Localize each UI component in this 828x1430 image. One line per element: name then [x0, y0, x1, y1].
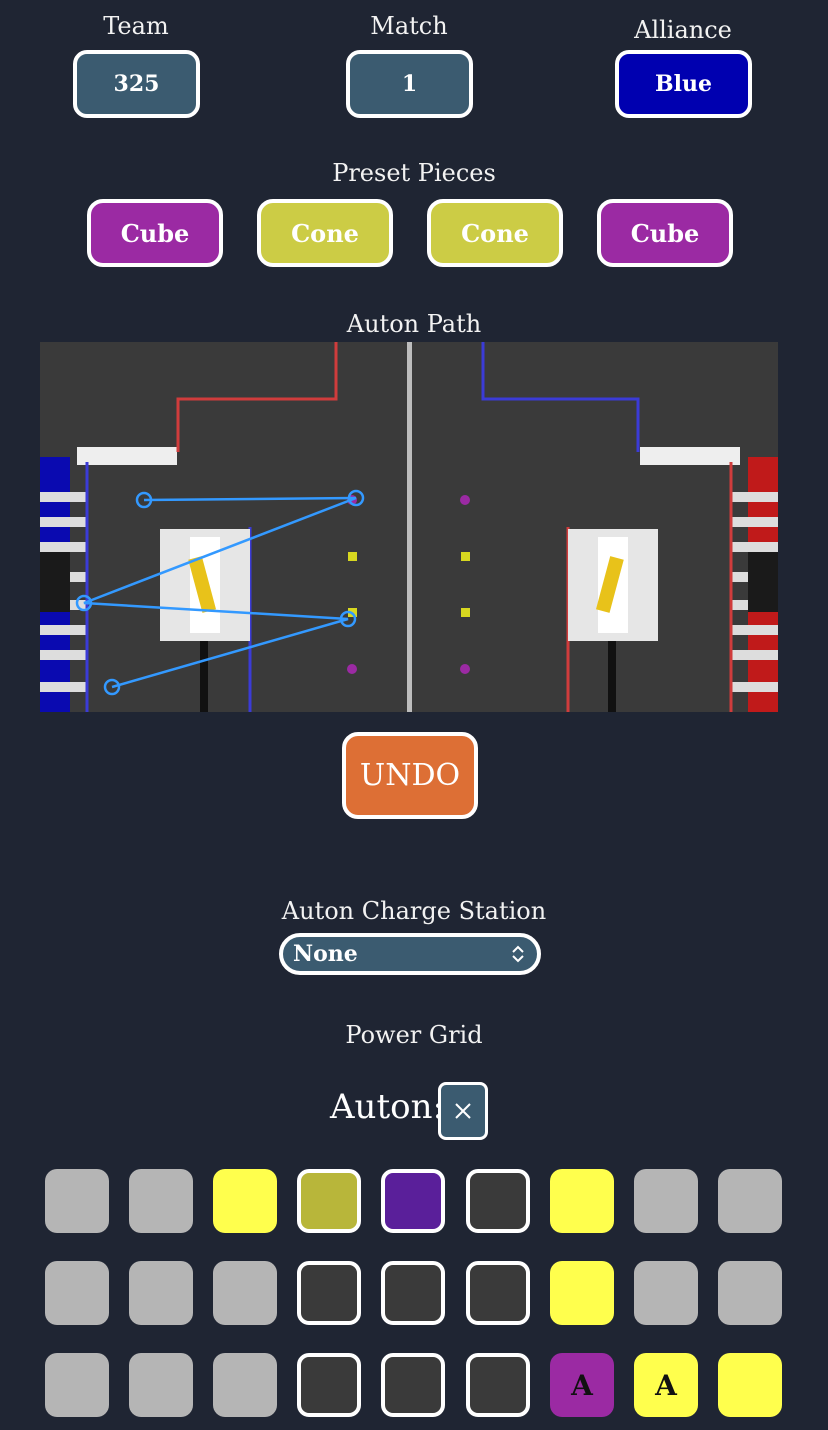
grid-cell-r1-c9[interactable] — [718, 1169, 782, 1233]
preset-piece-1[interactable]: Cube — [87, 199, 223, 267]
grid-cell-r1-c8[interactable] — [634, 1169, 698, 1233]
grid-cell-r2-c3[interactable] — [213, 1261, 277, 1325]
match-label: Match — [370, 12, 448, 40]
close-icon — [455, 1103, 471, 1119]
preset-piece-3[interactable]: Cone — [427, 199, 563, 267]
grid-cell-r2-c1[interactable] — [45, 1261, 109, 1325]
field-cone — [461, 552, 470, 561]
charge-station-value: None — [293, 941, 358, 967]
alliance-label: Alliance — [634, 16, 732, 44]
field-cube — [460, 664, 470, 674]
red-grid-dark — [748, 552, 778, 612]
preset-pieces-label: Preset Pieces — [332, 159, 496, 187]
field-cone — [348, 552, 357, 561]
grid-cell-r1-c6[interactable] — [466, 1169, 530, 1233]
team-field[interactable]: 325 — [73, 50, 200, 118]
field-cone — [461, 608, 470, 617]
grid-cell-r1-c3[interactable] — [213, 1169, 277, 1233]
grid-cell-r2-c9[interactable] — [718, 1261, 782, 1325]
grid-cell-r3-c6[interactable] — [466, 1353, 530, 1417]
grid-cell-r2-c8[interactable] — [634, 1261, 698, 1325]
grid-cell-r2-c7[interactable] — [550, 1261, 614, 1325]
center-line — [407, 342, 412, 712]
grid-cell-r3-c3[interactable] — [213, 1353, 277, 1417]
alliance-toggle[interactable]: Blue — [615, 50, 752, 118]
preset-piece-2[interactable]: Cone — [257, 199, 393, 267]
red-barrier — [640, 447, 740, 465]
field-cube — [347, 664, 357, 674]
grid-cell-r2-c4[interactable] — [297, 1261, 361, 1325]
undo-button[interactable]: UNDO — [342, 732, 478, 819]
blue-barrier — [77, 447, 177, 465]
power-grid-label: Power Grid — [345, 1021, 483, 1049]
auton-toggle[interactable] — [438, 1082, 488, 1140]
preset-piece-4[interactable]: Cube — [597, 199, 733, 267]
grid-cell-r1-c4[interactable] — [297, 1169, 361, 1233]
grid-cell-r3-c8[interactable]: A — [634, 1353, 698, 1417]
select-chevron-icon — [512, 945, 524, 963]
grid-cell-r2-c5[interactable] — [381, 1261, 445, 1325]
grid-cell-r3-c7[interactable]: A — [550, 1353, 614, 1417]
grid-cell-r3-c2[interactable] — [129, 1353, 193, 1417]
grid-cell-r3-c9[interactable] — [718, 1353, 782, 1417]
auton-path-field-map[interactable] — [40, 342, 778, 712]
auton-toggle-label: Auton: — [330, 1087, 444, 1127]
grid-cell-r1-c2[interactable] — [129, 1169, 193, 1233]
match-field[interactable]: 1 — [346, 50, 473, 118]
field-cube — [460, 495, 470, 505]
grid-cell-r2-c6[interactable] — [466, 1261, 530, 1325]
grid-cell-r3-c5[interactable] — [381, 1353, 445, 1417]
charge-station-select[interactable]: None — [279, 933, 541, 975]
red-charge-post — [608, 641, 616, 712]
team-label: Team — [103, 12, 169, 40]
grid-cell-r1-c5[interactable] — [381, 1169, 445, 1233]
grid-cell-r3-c4[interactable] — [297, 1353, 361, 1417]
grid-cell-r2-c2[interactable] — [129, 1261, 193, 1325]
charge-station-label: Auton Charge Station — [281, 897, 547, 925]
auton-path-label: Auton Path — [346, 310, 482, 338]
grid-cell-r3-c1[interactable] — [45, 1353, 109, 1417]
grid-cell-r1-c1[interactable] — [45, 1169, 109, 1233]
grid-cell-r1-c7[interactable] — [550, 1169, 614, 1233]
blue-charge-post — [200, 641, 208, 712]
blue-grid-dark — [40, 552, 70, 612]
